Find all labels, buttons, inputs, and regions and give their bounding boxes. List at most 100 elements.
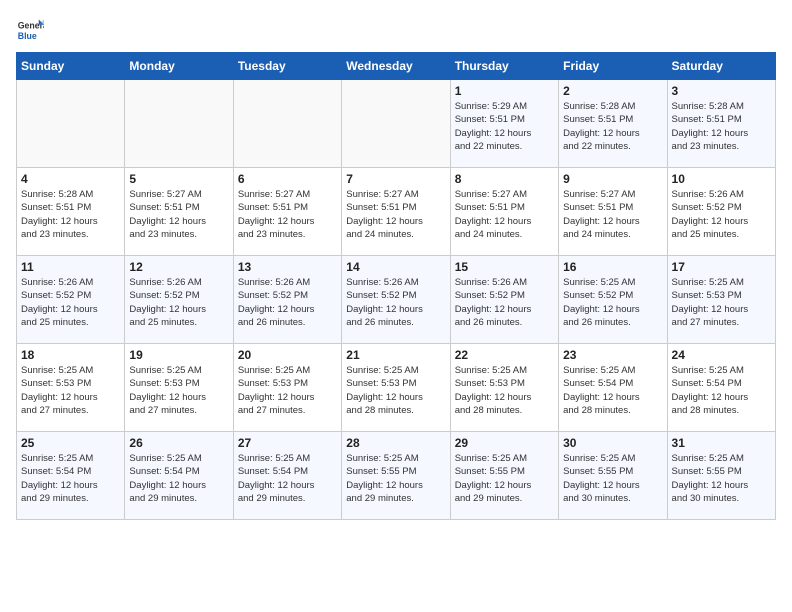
header-row: SundayMondayTuesdayWednesdayThursdayFrid… (17, 53, 776, 80)
day-info: Sunrise: 5:28 AM Sunset: 5:51 PM Dayligh… (21, 188, 120, 241)
day-cell: 23 Sunrise: 5:25 AM Sunset: 5:54 PM Dayli… (559, 344, 667, 432)
day-info: Sunrise: 5:27 AM Sunset: 5:51 PM Dayligh… (346, 188, 445, 241)
day-number: 14 (346, 260, 445, 274)
day-number: 10 (672, 172, 771, 186)
day-info: Sunrise: 5:27 AM Sunset: 5:51 PM Dayligh… (238, 188, 337, 241)
day-cell (342, 80, 450, 168)
page-header: General Blue (16, 16, 776, 44)
week-row-3: 11 Sunrise: 5:26 AM Sunset: 5:52 PM Dayli… (17, 256, 776, 344)
day-info: Sunrise: 5:26 AM Sunset: 5:52 PM Dayligh… (21, 276, 120, 329)
calendar-table: SundayMondayTuesdayWednesdayThursdayFrid… (16, 52, 776, 520)
day-info: Sunrise: 5:25 AM Sunset: 5:54 PM Dayligh… (21, 452, 120, 505)
day-info: Sunrise: 5:25 AM Sunset: 5:55 PM Dayligh… (346, 452, 445, 505)
day-info: Sunrise: 5:26 AM Sunset: 5:52 PM Dayligh… (455, 276, 554, 329)
day-cell: 30Sunrise: 5:25 AM Sunset: 5:55 PM Dayli… (559, 432, 667, 520)
day-number: 13 (238, 260, 337, 274)
day-info: Sunrise: 5:25 AM Sunset: 5:54 PM Dayligh… (672, 364, 771, 417)
day-info: Sunrise: 5:27 AM Sunset: 5:51 PM Dayligh… (455, 188, 554, 241)
day-cell: 4 Sunrise: 5:28 AM Sunset: 5:51 PM Daylig… (17, 168, 125, 256)
day-number: 17 (672, 260, 771, 274)
day-number: 8 (455, 172, 554, 186)
header-cell-thursday: Thursday (450, 53, 558, 80)
week-row-5: 25 Sunrise: 5:25 AM Sunset: 5:54 PM Dayli… (17, 432, 776, 520)
day-cell: 7 Sunrise: 5:27 AM Sunset: 5:51 PM Daylig… (342, 168, 450, 256)
day-cell: 18 Sunrise: 5:25 AM Sunset: 5:53 PM Dayli… (17, 344, 125, 432)
calendar-body: 1Sunrise: 5:29 AM Sunset: 5:51 PM Daylig… (17, 80, 776, 520)
day-cell: 19 Sunrise: 5:25 AM Sunset: 5:53 PM Dayli… (125, 344, 233, 432)
day-cell: 11 Sunrise: 5:26 AM Sunset: 5:52 PM Dayli… (17, 256, 125, 344)
day-cell (233, 80, 341, 168)
day-cell (17, 80, 125, 168)
day-number: 11 (21, 260, 120, 274)
day-info: Sunrise: 5:25 AM Sunset: 5:54 PM Dayligh… (563, 364, 662, 417)
day-number: 6 (238, 172, 337, 186)
logo-icon: General Blue (16, 16, 44, 44)
day-cell: 14 Sunrise: 5:26 AM Sunset: 5:52 PM Dayli… (342, 256, 450, 344)
day-number: 24 (672, 348, 771, 362)
day-cell: 20 Sunrise: 5:25 AM Sunset: 5:53 PM Dayli… (233, 344, 341, 432)
day-number: 19 (129, 348, 228, 362)
day-info: Sunrise: 5:25 AM Sunset: 5:53 PM Dayligh… (129, 364, 228, 417)
day-cell: 1Sunrise: 5:29 AM Sunset: 5:51 PM Daylig… (450, 80, 558, 168)
day-cell: 3Sunrise: 5:28 AM Sunset: 5:51 PM Daylig… (667, 80, 775, 168)
week-row-4: 18 Sunrise: 5:25 AM Sunset: 5:53 PM Dayli… (17, 344, 776, 432)
header-cell-monday: Monday (125, 53, 233, 80)
header-cell-saturday: Saturday (667, 53, 775, 80)
day-info: Sunrise: 5:27 AM Sunset: 5:51 PM Dayligh… (129, 188, 228, 241)
day-cell: 31 Sunrise: 5:25 AM Sunset: 5:55 PM Dayli… (667, 432, 775, 520)
day-number: 4 (21, 172, 120, 186)
day-number: 12 (129, 260, 228, 274)
day-number: 25 (21, 436, 120, 450)
day-number: 23 (563, 348, 662, 362)
day-cell: 8 Sunrise: 5:27 AM Sunset: 5:51 PM Daylig… (450, 168, 558, 256)
day-number: 2 (563, 84, 662, 98)
day-cell: 10 Sunrise: 5:26 AM Sunset: 5:52 PM Dayli… (667, 168, 775, 256)
day-cell: 22Sunrise: 5:25 AM Sunset: 5:53 PM Dayli… (450, 344, 558, 432)
day-info: Sunrise: 5:25 AM Sunset: 5:53 PM Dayligh… (238, 364, 337, 417)
day-cell: 27 Sunrise: 5:25 AM Sunset: 5:54 PM Dayli… (233, 432, 341, 520)
day-cell: 13 Sunrise: 5:26 AM Sunset: 5:52 PM Dayli… (233, 256, 341, 344)
day-info: Sunrise: 5:25 AM Sunset: 5:55 PM Dayligh… (672, 452, 771, 505)
day-info: Sunrise: 5:26 AM Sunset: 5:52 PM Dayligh… (129, 276, 228, 329)
day-cell: 24 Sunrise: 5:25 AM Sunset: 5:54 PM Dayli… (667, 344, 775, 432)
day-number: 16 (563, 260, 662, 274)
day-number: 30 (563, 436, 662, 450)
day-info: Sunrise: 5:28 AM Sunset: 5:51 PM Dayligh… (563, 100, 662, 153)
day-info: Sunrise: 5:26 AM Sunset: 5:52 PM Dayligh… (238, 276, 337, 329)
logo: General Blue (16, 16, 44, 44)
header-cell-tuesday: Tuesday (233, 53, 341, 80)
day-number: 29 (455, 436, 554, 450)
day-cell: 26Sunrise: 5:25 AM Sunset: 5:54 PM Dayli… (125, 432, 233, 520)
day-cell: 5Sunrise: 5:27 AM Sunset: 5:51 PM Daylig… (125, 168, 233, 256)
svg-text:Blue: Blue (18, 31, 37, 41)
day-number: 9 (563, 172, 662, 186)
day-cell: 12 Sunrise: 5:26 AM Sunset: 5:52 PM Dayli… (125, 256, 233, 344)
day-cell: 2 Sunrise: 5:28 AM Sunset: 5:51 PM Daylig… (559, 80, 667, 168)
day-info: Sunrise: 5:26 AM Sunset: 5:52 PM Dayligh… (346, 276, 445, 329)
day-number: 18 (21, 348, 120, 362)
day-cell: 29 Sunrise: 5:25 AM Sunset: 5:55 PM Dayli… (450, 432, 558, 520)
day-info: Sunrise: 5:25 AM Sunset: 5:55 PM Dayligh… (455, 452, 554, 505)
day-info: Sunrise: 5:28 AM Sunset: 5:51 PM Dayligh… (672, 100, 771, 153)
day-number: 31 (672, 436, 771, 450)
day-number: 7 (346, 172, 445, 186)
day-number: 26 (129, 436, 228, 450)
day-info: Sunrise: 5:25 AM Sunset: 5:53 PM Dayligh… (672, 276, 771, 329)
day-number: 21 (346, 348, 445, 362)
day-info: Sunrise: 5:25 AM Sunset: 5:53 PM Dayligh… (21, 364, 120, 417)
header-cell-wednesday: Wednesday (342, 53, 450, 80)
day-cell (125, 80, 233, 168)
day-number: 27 (238, 436, 337, 450)
day-info: Sunrise: 5:25 AM Sunset: 5:54 PM Dayligh… (238, 452, 337, 505)
day-cell: 21Sunrise: 5:25 AM Sunset: 5:53 PM Dayli… (342, 344, 450, 432)
day-cell: 28 Sunrise: 5:25 AM Sunset: 5:55 PM Dayli… (342, 432, 450, 520)
day-number: 20 (238, 348, 337, 362)
day-info: Sunrise: 5:25 AM Sunset: 5:53 PM Dayligh… (455, 364, 554, 417)
day-cell: 17 Sunrise: 5:25 AM Sunset: 5:53 PM Dayli… (667, 256, 775, 344)
week-row-2: 4 Sunrise: 5:28 AM Sunset: 5:51 PM Daylig… (17, 168, 776, 256)
day-cell: 15Sunrise: 5:26 AM Sunset: 5:52 PM Dayli… (450, 256, 558, 344)
day-info: Sunrise: 5:26 AM Sunset: 5:52 PM Dayligh… (672, 188, 771, 241)
header-cell-friday: Friday (559, 53, 667, 80)
day-number: 28 (346, 436, 445, 450)
week-row-1: 1Sunrise: 5:29 AM Sunset: 5:51 PM Daylig… (17, 80, 776, 168)
